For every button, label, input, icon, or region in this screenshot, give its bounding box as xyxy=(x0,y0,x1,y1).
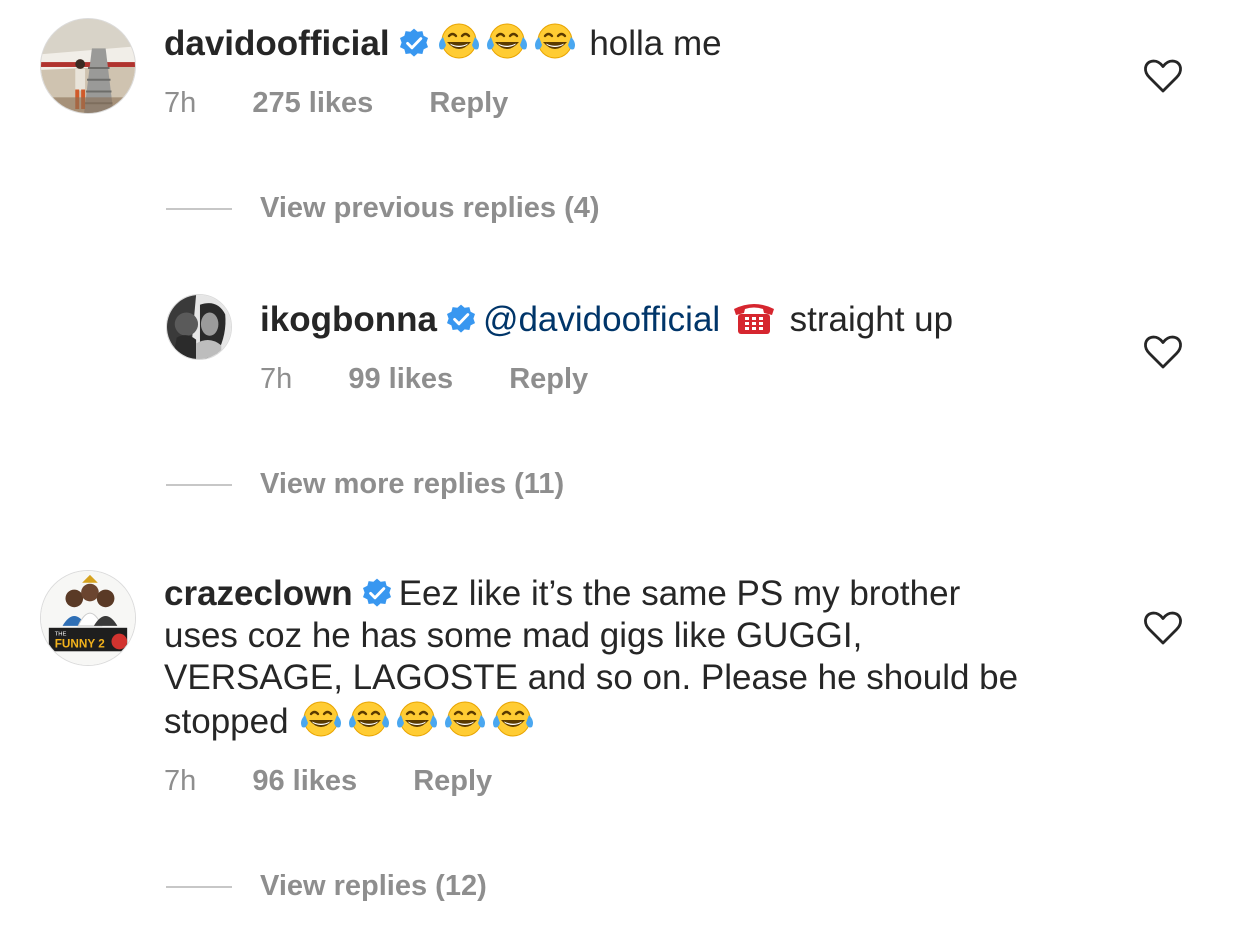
comment-text-line: VERSAGE, LAGOSTE and so on. Please he sh… xyxy=(164,658,1019,697)
comment-line: stopped xyxy=(164,699,1124,743)
laughing-emoji-icon xyxy=(298,699,344,739)
comment-meta: 7h 99 likes Reply xyxy=(260,362,588,396)
comment-text-body: straight up xyxy=(789,300,954,339)
comment-ikogbonna: ikogbonna @davidoofficial straight up xyxy=(260,297,1140,341)
replies-divider-line xyxy=(166,484,232,487)
avatar-ikogbonna[interactable] xyxy=(166,294,232,360)
comment-line: crazeclown Eez like it’s the same PS my b… xyxy=(164,573,1124,615)
view-replies-label: View replies (12) xyxy=(260,870,487,902)
avatar-crazeclown[interactable]: THE FUNNY 2 xyxy=(40,570,136,666)
reply-button[interactable]: Reply xyxy=(413,764,492,798)
comment-time: 7h xyxy=(164,765,197,797)
comment-meta: 7h 275 likes Reply xyxy=(164,86,508,120)
laughing-emoji-icon xyxy=(436,21,482,61)
comment-username[interactable]: davidoofficial xyxy=(164,24,390,63)
view-replies-button[interactable]: View previous replies (4) xyxy=(166,191,600,225)
comment-username[interactable]: ikogbonna xyxy=(260,300,437,339)
view-replies-label: View more replies (11) xyxy=(260,468,565,500)
comment-text-line: uses coz he has some mad gigs like GUGGI… xyxy=(164,616,863,655)
comment-text-body: holla me xyxy=(589,24,722,63)
comment-davidoofficial: davidoofficial holla me xyxy=(164,21,1124,65)
view-replies-button[interactable]: View replies (12) xyxy=(166,869,487,903)
like-heart-icon[interactable] xyxy=(1143,334,1183,370)
verified-badge-icon xyxy=(398,27,430,59)
avatar-davidoofficial[interactable] xyxy=(40,18,136,114)
verified-badge-icon xyxy=(361,577,393,609)
laughing-emoji-icon xyxy=(442,699,488,739)
comment-time: 7h xyxy=(164,87,197,119)
comment-crazeclown: crazeclown Eez like it’s the same PS my b… xyxy=(164,573,1124,743)
like-heart-icon[interactable] xyxy=(1143,610,1183,646)
comment-text-line: Eez like it’s the same PS my brother xyxy=(398,574,961,613)
view-replies-label: View previous replies (4) xyxy=(260,192,600,224)
comment-likes[interactable]: 99 likes xyxy=(348,362,453,396)
laughing-emoji-icon xyxy=(490,699,536,739)
comment-time: 7h xyxy=(260,363,293,395)
laughing-emoji-icon xyxy=(532,21,578,61)
telephone-emoji-icon xyxy=(730,297,778,337)
comment-username[interactable]: crazeclown xyxy=(164,574,353,613)
reply-button[interactable]: Reply xyxy=(509,362,588,396)
avatar-funny-text: FUNNY 2 xyxy=(55,637,106,650)
replies-divider-line xyxy=(166,886,232,889)
mention-link[interactable]: @davidoofficial xyxy=(483,300,720,339)
verified-badge-icon xyxy=(445,303,477,335)
replies-divider-line xyxy=(166,208,232,211)
laughing-emoji-icon xyxy=(394,699,440,739)
comment-meta: 7h 96 likes Reply xyxy=(164,764,492,798)
comment-likes[interactable]: 275 likes xyxy=(252,86,373,120)
reply-button[interactable]: Reply xyxy=(429,86,508,120)
like-heart-icon[interactable] xyxy=(1143,58,1183,94)
laughing-emoji-icon xyxy=(484,21,530,61)
comment-likes[interactable]: 96 likes xyxy=(252,764,357,798)
view-replies-button[interactable]: View more replies (11) xyxy=(166,467,564,501)
laughing-emoji-icon xyxy=(346,699,392,739)
comment-text-line: stopped xyxy=(164,702,289,741)
